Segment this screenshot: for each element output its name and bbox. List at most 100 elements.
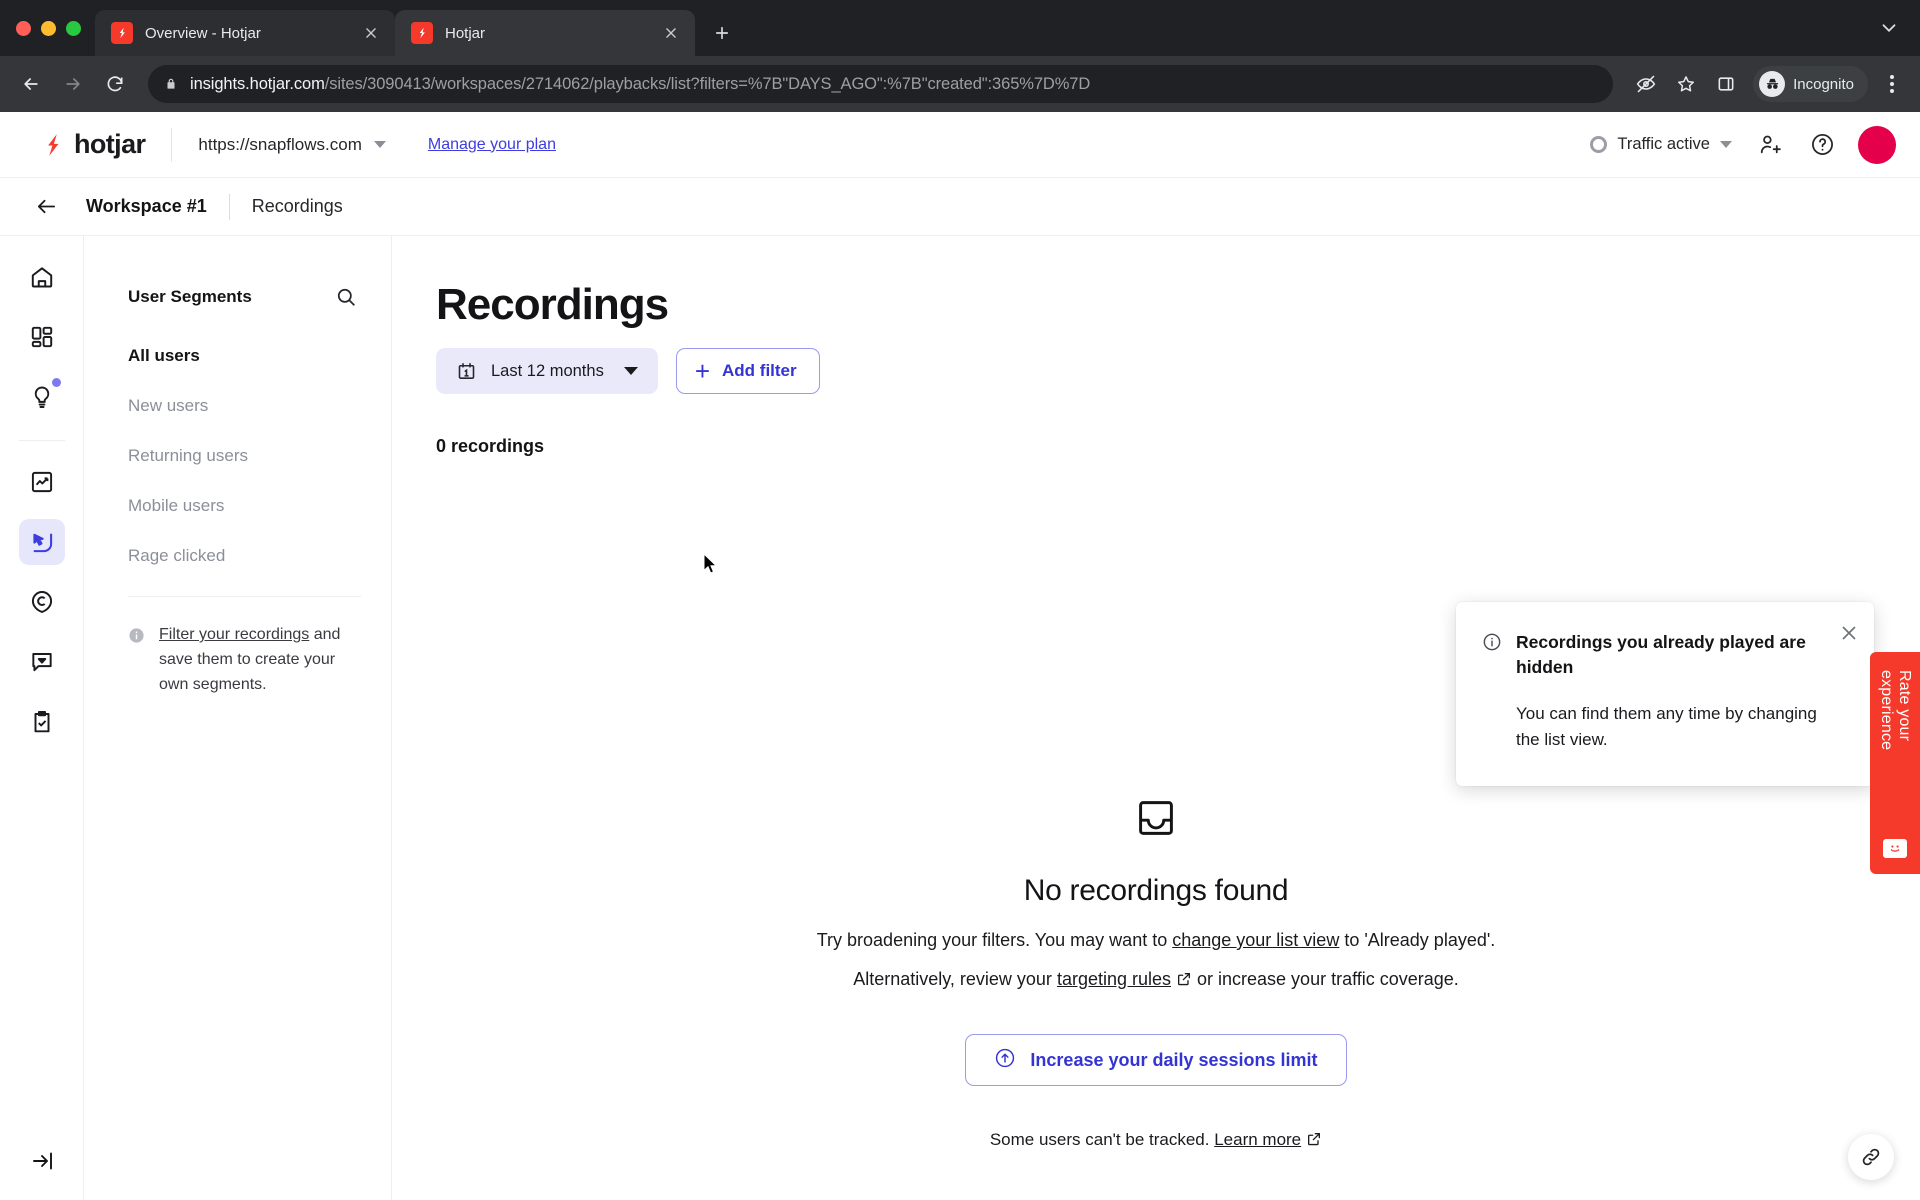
toolbar-right-controls: Incognito bbox=[1627, 65, 1908, 103]
filter-recordings-link[interactable]: Filter your recordings bbox=[159, 626, 309, 643]
minimize-window-button[interactable] bbox=[41, 20, 56, 36]
new-tab-button[interactable] bbox=[705, 16, 739, 50]
rate-experience-tab[interactable]: Rate your experience bbox=[1870, 652, 1920, 874]
change-list-view-link[interactable]: change your list view bbox=[1172, 930, 1339, 950]
segments-hint-text: Filter your recordings and save them to … bbox=[159, 623, 361, 697]
close-icon[interactable] bbox=[1838, 622, 1860, 644]
window-traffic-lights bbox=[16, 0, 95, 56]
segment-item-mobile-users[interactable]: Mobile users bbox=[128, 496, 361, 516]
close-window-button[interactable] bbox=[16, 20, 31, 36]
hotjar-favicon-icon bbox=[411, 22, 433, 44]
empty-state-line-1: Try broadening your filters. You may wan… bbox=[817, 930, 1496, 951]
tracking-note: Some users can't be tracked. Learn more bbox=[990, 1130, 1322, 1150]
segment-item-returning-users[interactable]: Returning users bbox=[128, 446, 361, 466]
date-range-filter[interactable]: Last 12 months bbox=[436, 348, 658, 394]
address-bar[interactable]: insights.hotjar.com/sites/3090413/worksp… bbox=[148, 65, 1614, 103]
sidebar-item-home[interactable] bbox=[19, 254, 65, 300]
traffic-status-ring-icon bbox=[1590, 136, 1608, 153]
tooltip-header: Recordings you already played are hidden bbox=[1482, 630, 1844, 679]
sidebar-item-recordings[interactable] bbox=[18, 519, 65, 565]
bookmark-star-icon[interactable] bbox=[1667, 65, 1705, 103]
back-arrow-icon[interactable] bbox=[28, 189, 64, 225]
info-icon bbox=[1482, 632, 1502, 652]
tab-list-chevron-down-icon[interactable] bbox=[1876, 15, 1902, 41]
chevron-down-icon bbox=[1720, 141, 1732, 148]
tracking-note-pre: Some users can't be tracked. bbox=[989, 1130, 1215, 1149]
breadcrumb-workspace[interactable]: Workspace #1 bbox=[86, 196, 207, 217]
empty-line2-post: or increase your traffic coverage. bbox=[1192, 969, 1459, 989]
calendar-icon bbox=[456, 361, 477, 382]
hotjar-logo[interactable]: hotjar bbox=[40, 129, 146, 160]
manage-plan-link[interactable]: Manage your plan bbox=[428, 136, 556, 154]
collapse-sidebar-icon[interactable] bbox=[26, 1144, 60, 1178]
header-right-controls: Traffic active bbox=[1582, 123, 1896, 167]
sidebar-item-feedback[interactable] bbox=[19, 639, 65, 685]
page-title: Recordings bbox=[436, 280, 669, 329]
filter-toolbar: Last 12 months + Add filter bbox=[436, 348, 1876, 394]
url-host: insights.hotjar.com bbox=[190, 74, 325, 93]
tooltip-body: You can find them any time by changing t… bbox=[1516, 704, 1817, 749]
chevron-down-icon bbox=[373, 141, 386, 148]
incognito-profile-button[interactable]: Incognito bbox=[1753, 66, 1868, 102]
search-icon[interactable] bbox=[331, 282, 361, 312]
browser-tabstrip: Overview - Hotjar Hotjar bbox=[0, 0, 1920, 56]
tooltip-title: Recordings you already played are hidden bbox=[1516, 632, 1806, 677]
hotjar-wordmark: hotjar bbox=[74, 129, 146, 159]
plus-icon: + bbox=[694, 356, 711, 386]
sidebar-item-dashboards[interactable] bbox=[19, 314, 65, 360]
sidebar-item-highlights[interactable] bbox=[19, 374, 65, 420]
chevron-down-icon bbox=[623, 367, 638, 375]
learn-more-link[interactable]: Learn more bbox=[1214, 1130, 1301, 1149]
rate-experience-label: Rate your experience bbox=[1878, 670, 1913, 751]
tracking-protection-eye-off-icon[interactable] bbox=[1627, 65, 1665, 103]
segment-item-all-users[interactable]: All users bbox=[128, 346, 361, 366]
sidebar-item-heatmaps[interactable] bbox=[19, 579, 65, 625]
hotjar-favicon-icon bbox=[111, 22, 133, 44]
user-avatar[interactable] bbox=[1858, 125, 1896, 164]
sidebar-item-surveys[interactable] bbox=[19, 699, 65, 745]
empty-state: No recordings found Try broadening your … bbox=[392, 796, 1920, 1150]
primary-nav-rail bbox=[0, 236, 84, 1200]
sidebar-item-trends[interactable] bbox=[19, 459, 65, 505]
add-filter-button[interactable]: + Add filter bbox=[675, 348, 820, 394]
user-segments-header: User Segments bbox=[128, 282, 361, 312]
browser-tab-title: Hotjar bbox=[445, 24, 486, 42]
segments-divider bbox=[128, 596, 361, 597]
browser-tab-overview[interactable]: Overview - Hotjar bbox=[95, 10, 395, 56]
empty-inbox-icon bbox=[1134, 796, 1178, 840]
help-icon[interactable] bbox=[1800, 123, 1844, 167]
external-link-icon bbox=[1176, 971, 1192, 987]
targeting-rules-link[interactable]: targeting rules bbox=[1057, 969, 1171, 989]
traffic-status-dropdown[interactable]: Traffic active bbox=[1582, 129, 1740, 160]
up-arrow-circle-icon bbox=[994, 1047, 1016, 1074]
segment-item-rage-clicked[interactable]: Rage clicked bbox=[128, 546, 361, 566]
share-link-fab[interactable] bbox=[1848, 1134, 1894, 1180]
invite-user-icon[interactable] bbox=[1748, 123, 1792, 167]
browser-menu-icon[interactable] bbox=[1876, 65, 1908, 103]
browser-tab-hotjar[interactable]: Hotjar bbox=[395, 10, 695, 56]
tabstrip-right-controls bbox=[1876, 0, 1920, 56]
increase-sessions-limit-button[interactable]: Increase your daily sessions limit bbox=[965, 1034, 1347, 1086]
url-path: /sites/3090413/workspaces/2714062/playba… bbox=[324, 74, 1091, 93]
breadcrumb-section: Recordings bbox=[251, 196, 343, 216]
segment-item-new-users[interactable]: New users bbox=[128, 396, 361, 416]
site-selector[interactable]: https://snapflows.com bbox=[198, 135, 386, 155]
maximize-window-button[interactable] bbox=[66, 20, 81, 36]
close-tab-icon[interactable] bbox=[359, 21, 383, 45]
breadcrumb: Workspace #1 Recordings bbox=[0, 178, 1920, 236]
empty-state-heading: No recordings found bbox=[1023, 874, 1289, 907]
segments-hint: Filter your recordings and save them to … bbox=[128, 623, 361, 697]
header-divider bbox=[171, 127, 173, 162]
notification-badge bbox=[51, 378, 61, 387]
side-panel-icon[interactable] bbox=[1707, 65, 1745, 103]
recordings-count: 0 recordings bbox=[436, 436, 545, 456]
breadcrumb-separator bbox=[228, 193, 230, 220]
forward-navigation-icon[interactable] bbox=[54, 65, 92, 103]
empty-line1-pre: Try broadening your filters. You may wan… bbox=[816, 930, 1173, 950]
back-navigation-icon[interactable] bbox=[12, 65, 50, 103]
close-tab-icon[interactable] bbox=[659, 21, 683, 45]
empty-state-line-2: Alternatively, review your targeting rul… bbox=[853, 969, 1459, 990]
reload-icon[interactable] bbox=[96, 65, 134, 103]
app-header: hotjar https://snapflows.com Manage your… bbox=[0, 112, 1920, 178]
user-segments-panel: User Segments All users New users Return… bbox=[84, 236, 392, 1200]
